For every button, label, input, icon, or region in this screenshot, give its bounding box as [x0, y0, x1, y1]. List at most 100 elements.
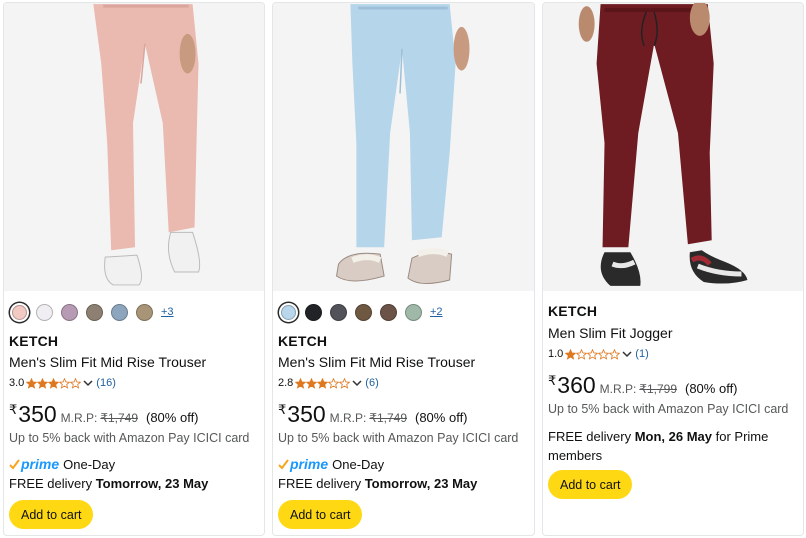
chevron-down-icon[interactable]: [352, 378, 362, 388]
color-swatch[interactable]: [281, 304, 296, 320]
prime-check-icon: [278, 458, 289, 470]
star-filled-icon: [48, 377, 60, 389]
price[interactable]: 360: [557, 372, 595, 399]
star-empty-icon: [328, 377, 340, 389]
rating-row: 3.0 (16): [9, 377, 116, 389]
delivery-info: FREE delivery Tomorrow, 23 May: [278, 474, 477, 493]
mrp-label: M.R.P:: [599, 382, 637, 396]
color-swatch[interactable]: [305, 303, 322, 321]
product-image[interactable]: [543, 3, 803, 291]
delivery-prefix: FREE delivery: [278, 476, 362, 491]
prime-speed: One-Day: [63, 456, 116, 472]
price-row: ₹ 350 M.R.P: ₹1,749 (80% off): [9, 401, 199, 428]
brand-name: KETCH: [9, 333, 59, 349]
add-to-cart-button[interactable]: Add to cart: [548, 470, 633, 499]
delivery-prefix: FREE delivery: [548, 429, 632, 444]
delivery-prefix: FREE delivery: [9, 476, 93, 491]
mrp-label: M.R.P:: [60, 411, 98, 425]
product-photo-trouser-light-blue: [335, 4, 470, 284]
color-swatch[interactable]: [61, 303, 78, 321]
discount-text: (80% off): [685, 381, 738, 396]
rating-row: 2.8 (6): [278, 377, 379, 389]
price[interactable]: 350: [287, 401, 325, 428]
currency-symbol: ₹: [9, 402, 18, 417]
star-rating[interactable]: [26, 377, 82, 389]
star-empty-icon: [587, 348, 599, 360]
prime-speed: One-Day: [332, 456, 385, 472]
color-swatch[interactable]: [111, 303, 128, 321]
delivery-date: Tomorrow, 23 May: [95, 476, 209, 491]
product-title[interactable]: Men Slim Fit Jogger: [548, 325, 672, 341]
prime-badge-row: prime One-Day: [9, 456, 115, 472]
color-swatch[interactable]: [36, 303, 53, 321]
mrp-value: ₹1,749: [369, 411, 407, 425]
more-colors-link[interactable]: +2: [430, 306, 443, 318]
star-filled-icon: [565, 348, 577, 360]
color-swatch[interactable]: [355, 303, 372, 321]
star-rating[interactable]: [295, 377, 351, 389]
color-swatch[interactable]: [86, 303, 103, 321]
delivery-date: Mon, 26 May: [634, 429, 712, 444]
color-swatch[interactable]: [12, 304, 27, 320]
add-to-cart-button[interactable]: Add to cart: [278, 500, 363, 529]
star-filled-icon: [306, 377, 318, 389]
product-photo-jogger-maroon: [578, 3, 748, 286]
brand-name: KETCH: [278, 333, 328, 349]
review-count-link[interactable]: (6): [365, 377, 378, 389]
cashback-offer: Up to 5% back with Amazon Pay ICICI card: [548, 402, 789, 416]
star-empty-icon: [598, 348, 610, 360]
star-filled-icon: [295, 377, 307, 389]
cashback-offer: Up to 5% back with Amazon Pay ICICI card: [278, 431, 519, 445]
star-empty-icon: [339, 377, 351, 389]
more-colors-link[interactable]: +3: [161, 306, 174, 318]
cashback-offer: Up to 5% back with Amazon Pay ICICI card: [9, 431, 250, 445]
currency-symbol: ₹: [278, 402, 287, 417]
add-to-cart-button[interactable]: Add to cart: [9, 500, 94, 529]
color-swatch[interactable]: [405, 303, 422, 321]
color-swatch[interactable]: [330, 303, 347, 321]
mrp-label: M.R.P:: [329, 411, 367, 425]
price-row: ₹ 350 M.R.P: ₹1,749 (80% off): [278, 401, 468, 428]
prime-logo: prime: [21, 456, 60, 472]
rating-row: 1.0 (1): [548, 348, 649, 360]
star-filled-icon: [37, 377, 49, 389]
star-empty-icon: [59, 377, 71, 389]
product-title[interactable]: Men's Slim Fit Mid Rise Trouser: [278, 354, 475, 370]
color-swatch[interactable]: [380, 303, 397, 321]
color-swatches: +3: [10, 301, 174, 323]
product-card[interactable]: +3 KETCH Men's Slim Fit Mid Rise Trouser…: [3, 2, 265, 536]
product-card[interactable]: KETCH Men Slim Fit Jogger 1.0 (1) ₹ 360 …: [542, 2, 804, 536]
product-photo-trouser-pink: [93, 4, 201, 286]
brand-name: KETCH: [548, 303, 598, 319]
chevron-down-icon[interactable]: [622, 349, 632, 359]
product-image[interactable]: [4, 3, 264, 291]
prime-logo: prime: [290, 456, 329, 472]
star-empty-icon: [70, 377, 82, 389]
currency-symbol: ₹: [548, 373, 557, 388]
mrp-value: ₹1,749: [100, 411, 138, 425]
star-empty-icon: [609, 348, 621, 360]
prime-badge-row: prime One-Day: [278, 456, 384, 472]
review-count-link[interactable]: (16): [96, 377, 116, 389]
product-image[interactable]: [273, 3, 534, 291]
discount-text: (80% off): [415, 410, 468, 425]
color-swatches: +2: [279, 301, 443, 323]
chevron-down-icon[interactable]: [83, 378, 93, 388]
discount-text: (80% off): [146, 410, 199, 425]
product-title[interactable]: Men's Slim Fit Mid Rise Trouser: [9, 354, 206, 370]
color-swatch[interactable]: [136, 303, 153, 321]
rating-value: 3.0: [9, 377, 25, 389]
star-filled-icon: [317, 377, 329, 389]
mrp-value: ₹1,799: [639, 382, 677, 396]
delivery-info: FREE delivery Mon, 26 May for Prime memb…: [548, 427, 798, 465]
product-card[interactable]: +2 KETCH Men's Slim Fit Mid Rise Trouser…: [272, 2, 535, 536]
rating-value: 2.8: [278, 377, 294, 389]
rating-value: 1.0: [548, 348, 564, 360]
star-rating[interactable]: [565, 348, 621, 360]
price[interactable]: 350: [18, 401, 56, 428]
star-empty-icon: [576, 348, 588, 360]
prime-check-icon: [9, 458, 20, 470]
price-row: ₹ 360 M.R.P: ₹1,799 (80% off): [548, 372, 738, 399]
review-count-link[interactable]: (1): [635, 348, 648, 360]
delivery-info: FREE delivery Tomorrow, 23 May: [9, 474, 208, 493]
